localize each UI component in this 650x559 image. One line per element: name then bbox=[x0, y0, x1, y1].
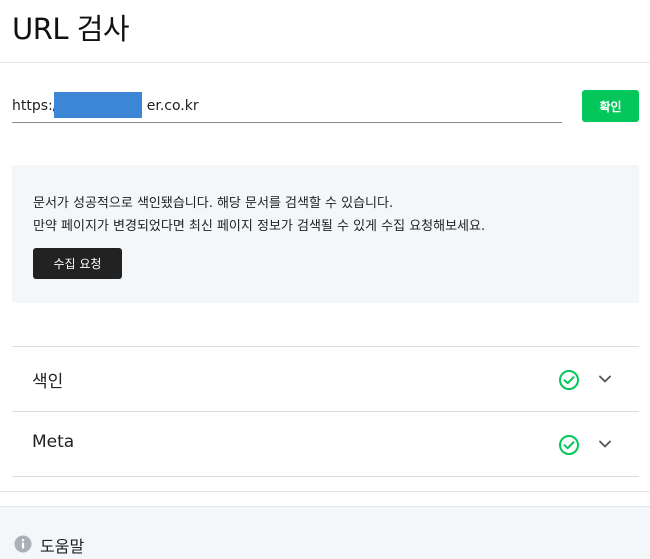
accordion-index[interactable]: 색인 bbox=[12, 346, 639, 412]
help-panel[interactable]: 도움말 bbox=[0, 506, 650, 559]
chevron-down-icon[interactable] bbox=[598, 373, 612, 385]
accordion-meta[interactable]: Meta bbox=[12, 411, 639, 477]
info-icon bbox=[14, 535, 32, 553]
help-divider bbox=[0, 491, 650, 492]
accordion-label: 색인 bbox=[32, 372, 64, 392]
notice-line-1: 문서가 성공적으로 색인됐습니다. 해당 문서를 검색할 수 있습니다. bbox=[33, 196, 394, 211]
accordion-label: Meta bbox=[32, 432, 75, 452]
url-field[interactable] bbox=[12, 90, 562, 123]
check-circle-icon bbox=[559, 435, 579, 455]
request-crawl-button[interactable]: 수집 요청 bbox=[33, 248, 122, 279]
redaction-mask bbox=[54, 92, 142, 118]
status-notice: 문서가 성공적으로 색인됐습니다. 해당 문서를 검색할 수 있습니다. 만약 … bbox=[12, 165, 639, 303]
notice-line-2: 만약 페이지가 변경되었다면 최신 페이지 정보가 검색될 수 있게 수집 요청… bbox=[33, 219, 486, 234]
help-label: 도움말 bbox=[40, 537, 85, 556]
page-title: URL 검사 bbox=[12, 12, 130, 46]
chevron-down-icon[interactable] bbox=[598, 438, 612, 450]
title-divider bbox=[0, 62, 650, 63]
confirm-button[interactable]: 확인 bbox=[582, 90, 639, 122]
check-circle-icon bbox=[559, 370, 579, 390]
